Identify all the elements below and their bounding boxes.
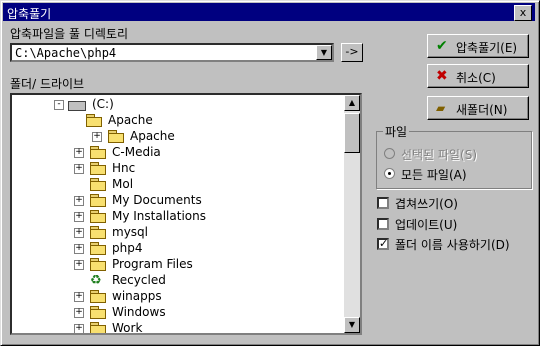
folder-icon — [90, 242, 106, 255]
folder-icon — [90, 210, 106, 223]
tree-node-label: Recycled — [112, 273, 166, 287]
overwrite-label: 겹쳐쓰기(O) — [395, 197, 458, 211]
title-bar[interactable]: 압축풀기 x — [3, 3, 535, 21]
folder-icon — [90, 162, 106, 175]
tree-scrollbar[interactable]: ▲ ▼ — [344, 95, 360, 333]
selected-files-radio[interactable] — [384, 148, 395, 159]
tree-node-label: php4 — [112, 241, 143, 255]
all-files-label: 모든 파일(A) — [401, 168, 467, 182]
expand-icon[interactable]: + — [74, 148, 84, 158]
collapse-icon[interactable]: - — [54, 100, 64, 110]
expand-icon[interactable]: + — [92, 132, 102, 142]
tree-node-label: winapps — [112, 289, 162, 303]
drive-icon — [68, 101, 86, 111]
tree-node-label: mysql — [112, 225, 148, 239]
path-value: C:\Apache\php4 — [15, 46, 117, 60]
all-files-radio[interactable] — [384, 168, 395, 179]
new-folder-button[interactable]: ▰ 새폴더(N) — [427, 96, 529, 120]
folder-icon — [90, 146, 106, 159]
recycle-bin-icon: ♻ — [90, 273, 102, 288]
open-folder-icon — [86, 114, 102, 127]
overwrite-checkbox[interactable] — [377, 197, 389, 209]
folder-icon — [90, 178, 106, 191]
expand-icon[interactable]: + — [74, 308, 84, 318]
tree-node-label: Hnc — [112, 161, 136, 175]
expand-icon[interactable]: + — [74, 324, 84, 333]
cancel-button[interactable]: ✖ 취소(C) — [427, 64, 529, 88]
folder-icon — [90, 322, 106, 333]
use-folder-names-label: 폴더 이름 사용하기(D) — [395, 238, 510, 252]
tree-node-label: My Documents — [112, 193, 202, 207]
directory-label: 압축파일을 풀 디렉토리 — [10, 27, 129, 41]
folder-icon — [90, 290, 106, 303]
update-label: 업데이트(U) — [395, 218, 458, 232]
folder-drive-label: 폴더/ 드라이브 — [10, 77, 85, 91]
combo-arrow-icon[interactable]: ▼ — [316, 45, 332, 60]
use-folder-names-checkbox[interactable]: ✓ — [377, 238, 389, 250]
folder-icon — [90, 258, 106, 271]
tree-node-label: (C:) — [92, 97, 114, 111]
tree-node-label: Windows — [112, 305, 166, 319]
tree-node-label: Apache — [108, 113, 153, 127]
folder-tree[interactable]: - (C:) Apache + Apache + C-Media + Hnc M… — [10, 93, 362, 335]
tree-node-label: Work — [112, 321, 143, 335]
tree-node-label: Program Files — [112, 257, 193, 271]
expand-icon[interactable]: + — [74, 260, 84, 270]
tree-node-label: C-Media — [112, 145, 161, 159]
scroll-thumb[interactable] — [344, 113, 360, 153]
close-button[interactable]: x — [514, 5, 532, 21]
folder-icon — [108, 130, 124, 143]
extract-button[interactable]: ✔ 압축풀기(E) — [427, 34, 529, 58]
scroll-down-icon[interactable]: ▼ — [344, 317, 360, 333]
expand-icon[interactable]: + — [74, 244, 84, 254]
path-combo[interactable]: C:\Apache\php4 ▼ — [10, 43, 334, 62]
x-icon: ✖ — [436, 68, 448, 84]
scroll-up-icon[interactable]: ▲ — [344, 95, 360, 111]
tree-node-label: My Installations — [112, 209, 206, 223]
tree-node-label: Mol — [112, 177, 134, 191]
expand-icon[interactable]: + — [74, 212, 84, 222]
go-button[interactable]: -> — [341, 43, 363, 62]
checkmark-icon: ✔ — [436, 38, 448, 54]
selected-files-label: 선택된 파일(S) — [401, 148, 477, 162]
documents-folder-icon — [90, 194, 106, 207]
new-folder-icon: ▰ — [436, 101, 446, 115]
window-title: 압축풀기 — [7, 7, 52, 21]
file-group-title: 파일 — [383, 123, 410, 140]
tree-node-label: Apache — [130, 129, 175, 143]
expand-icon[interactable]: + — [74, 196, 84, 206]
cancel-button-label: 취소(C) — [456, 71, 496, 85]
folder-icon — [90, 306, 106, 319]
expand-icon[interactable]: + — [74, 292, 84, 302]
extract-button-label: 압축풀기(E) — [456, 41, 518, 55]
update-checkbox[interactable] — [377, 218, 389, 230]
expand-icon[interactable]: + — [74, 228, 84, 238]
new-folder-button-label: 새폴더(N) — [456, 103, 508, 117]
expand-icon[interactable]: + — [74, 164, 84, 174]
folder-icon — [90, 226, 106, 239]
